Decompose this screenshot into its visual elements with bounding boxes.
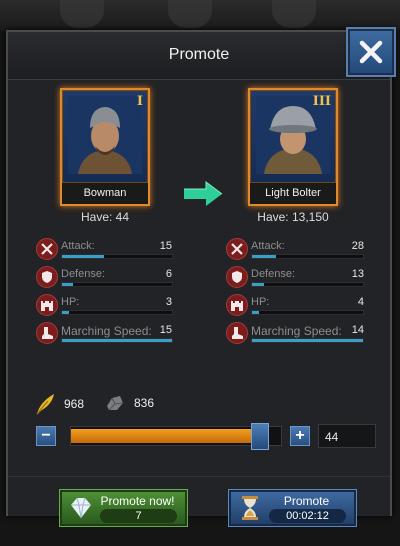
unit-name: Bowman: [62, 182, 148, 204]
divider: [8, 476, 390, 477]
close-button[interactable]: [346, 27, 396, 77]
stat-bar: [61, 254, 173, 259]
stat-value: 13: [351, 268, 364, 280]
stat-value: 4: [357, 296, 364, 308]
unit-card-to[interactable]: III Light Bolter: [248, 88, 338, 206]
promote-button[interactable]: Promote 00:02:12: [229, 490, 356, 526]
minus-icon: −: [41, 427, 51, 444]
stat-defense-to: Defense: 13: [226, 266, 366, 294]
feather-icon: [36, 394, 54, 415]
title-bar: Promote: [8, 27, 396, 80]
quantity-slider[interactable]: [70, 423, 282, 450]
unit-name: Light Bolter: [250, 182, 336, 204]
stat-label: Defense:: [61, 268, 106, 280]
stat-bar: [251, 254, 364, 259]
boot-icon: [226, 322, 248, 344]
stat-speed-from: Marching Speed: 15: [36, 322, 176, 350]
stat-hp-from: HP: 3: [36, 294, 176, 322]
stat-value: 15: [159, 324, 172, 336]
dialog-title: Promote: [168, 46, 230, 63]
diamond-icon: [71, 497, 91, 519]
stat-bar: [251, 282, 364, 287]
shield-icon: [36, 266, 58, 288]
promote-label: Promote: [283, 494, 330, 508]
bowman-portrait: [68, 96, 142, 174]
plus-icon: +: [295, 427, 305, 444]
have-count-from: Have: 44: [80, 210, 130, 224]
stat-label: Attack:: [61, 240, 95, 252]
stat-label: HP:: [251, 296, 270, 308]
shield-icon: [226, 266, 248, 288]
crossed-swords-icon: [226, 238, 248, 260]
tier-badge: III: [312, 94, 331, 109]
background-decor: [272, 0, 316, 28]
stat-value: 14: [351, 324, 364, 336]
stat-label: Marching Speed:: [61, 324, 152, 338]
stat-value: 6: [165, 268, 172, 280]
stat-bar: [251, 310, 364, 315]
metal-ore-icon: [107, 396, 124, 411]
boot-icon: [36, 322, 58, 344]
slider-fill: [71, 429, 256, 443]
background-top: [0, 0, 400, 30]
quantity-input[interactable]: 44: [318, 424, 376, 448]
resource-feather: 968: [34, 392, 84, 416]
stat-value: 28: [351, 240, 364, 252]
decrease-button[interactable]: −: [36, 426, 56, 446]
stat-hp-to: HP: 4: [226, 294, 366, 322]
slider-handle[interactable]: [251, 423, 269, 450]
hourglass-icon: [242, 496, 258, 520]
promote-now-label: Promote now!: [100, 494, 175, 508]
stat-bar: [251, 338, 364, 343]
stat-value: 15: [159, 240, 172, 252]
close-icon: [359, 40, 383, 64]
stat-label: Attack:: [251, 240, 285, 252]
background-decor: [60, 0, 104, 28]
crossed-swords-icon: [36, 238, 58, 260]
increase-button[interactable]: +: [290, 426, 310, 446]
dialog-content: I Bowman Have: 44 III Light Bolter Have:…: [8, 80, 390, 526]
unit-card-from[interactable]: I Bowman: [60, 88, 150, 206]
promote-time: 00:02:12: [269, 509, 346, 523]
stat-bar: [61, 310, 173, 315]
metal-amount: 836: [134, 396, 155, 410]
promote-now-button[interactable]: Promote now! 7: [60, 490, 187, 526]
tier-badge: I: [136, 94, 143, 109]
promote-dialog: Promote I Bowman Have: 44 III Light Bolt…: [6, 27, 396, 526]
stat-label: HP:: [61, 296, 80, 308]
background-decor: [168, 0, 212, 28]
castle-icon: [36, 294, 58, 316]
stat-bar: [61, 282, 173, 287]
have-count-to: Have: 13,150: [257, 210, 329, 224]
stat-label: Defense:: [251, 268, 296, 280]
castle-icon: [226, 294, 248, 316]
promote-now-cost: 7: [100, 509, 177, 523]
stat-attack-from: Attack: 15: [36, 238, 176, 266]
resource-metal: 836: [104, 392, 154, 414]
stat-bar: [61, 338, 173, 343]
stat-value: 3: [165, 296, 172, 308]
stat-label: Marching Speed:: [251, 324, 342, 338]
arrow-right-icon: [184, 181, 223, 206]
feather-amount: 968: [64, 397, 85, 411]
stat-defense-from: Defense: 6: [36, 266, 176, 294]
stat-attack-to: Attack: 28: [226, 238, 366, 266]
stat-speed-to: Marching Speed: 14: [226, 322, 366, 350]
